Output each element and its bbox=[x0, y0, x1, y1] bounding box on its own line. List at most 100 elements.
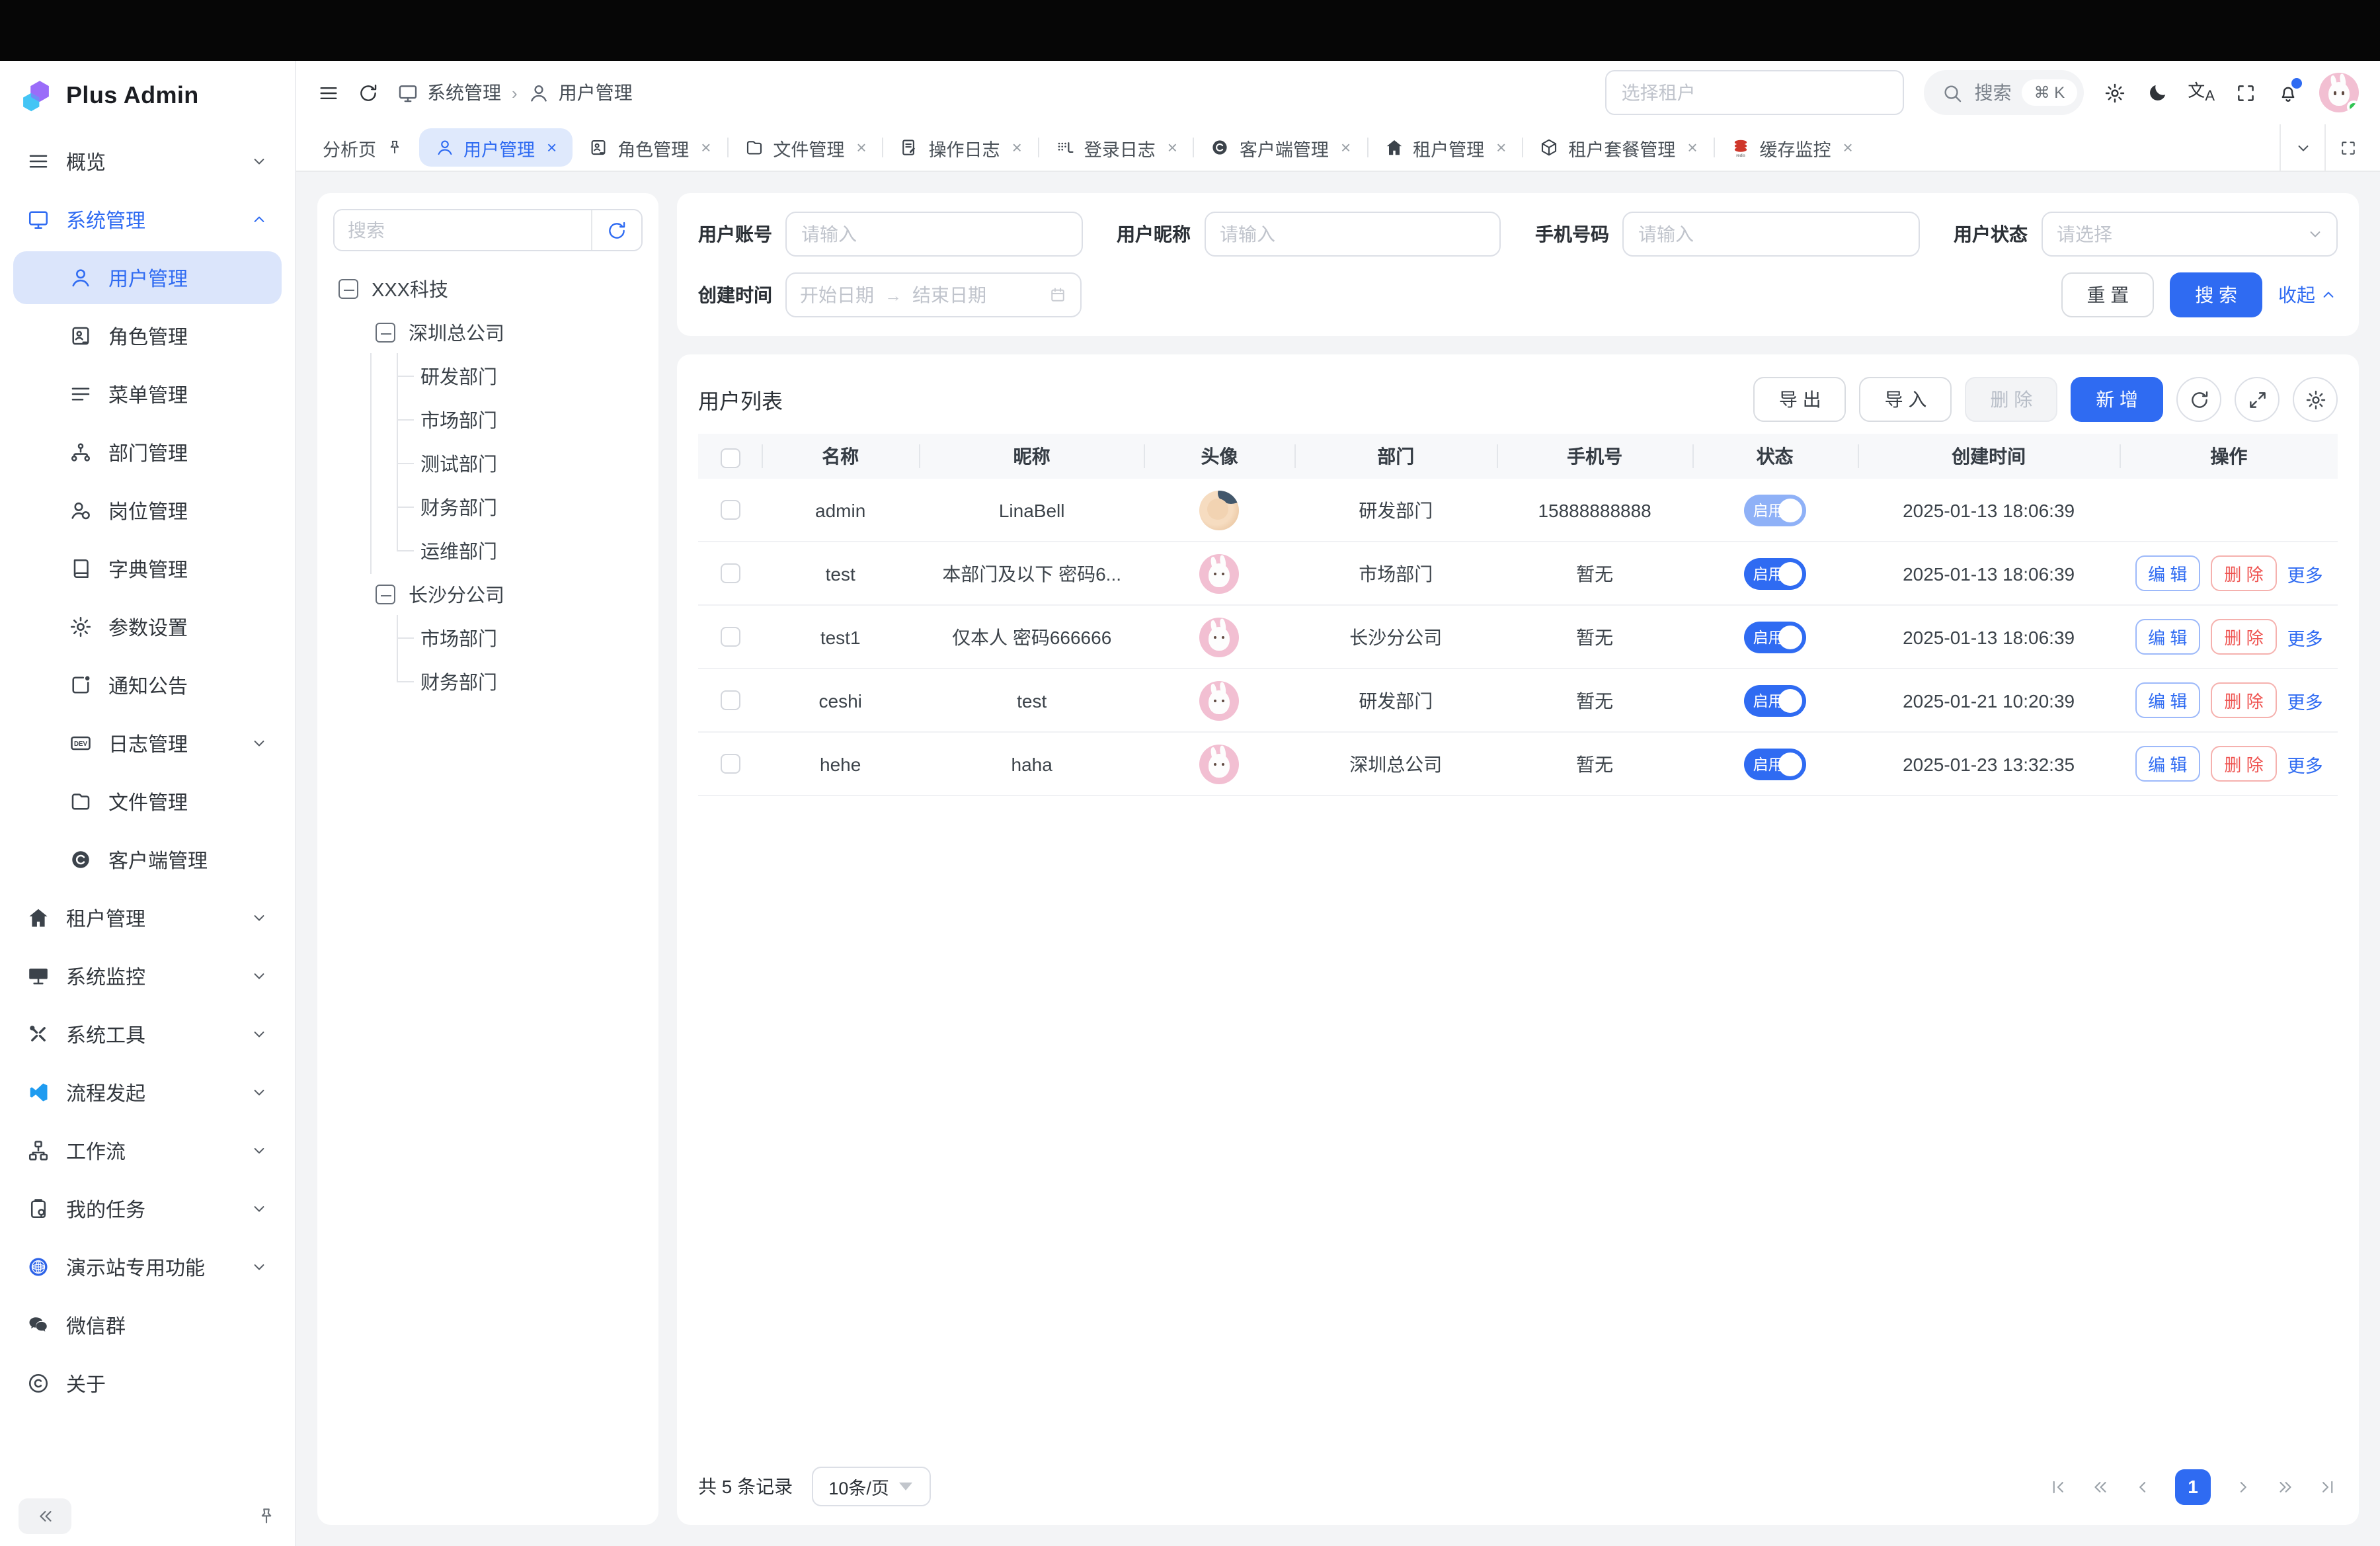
search-button[interactable]: 搜 索 bbox=[2170, 272, 2262, 317]
breadcrumb-item-users[interactable]: 用户管理 bbox=[528, 79, 633, 106]
refresh-page-button[interactable] bbox=[357, 81, 379, 104]
next-page-button[interactable] bbox=[2233, 1477, 2253, 1496]
sidebar-item-部门管理[interactable]: 部门管理 bbox=[13, 426, 282, 479]
prev-page-button[interactable] bbox=[2133, 1477, 2153, 1496]
edit-button[interactable]: 编 辑 bbox=[2135, 619, 2200, 655]
row-checkbox[interactable] bbox=[698, 500, 762, 520]
collapse-filter-link[interactable]: 收起 bbox=[2278, 282, 2338, 308]
tab-操作日志[interactable]: 操作日志× bbox=[884, 124, 1038, 171]
sidebar-item-概览[interactable]: 概览 bbox=[13, 135, 282, 188]
tab-租户管理[interactable]: 租户管理× bbox=[1368, 124, 1522, 171]
tree-node-市场部门[interactable]: 市场部门 bbox=[333, 616, 643, 660]
row-checkbox[interactable] bbox=[698, 690, 762, 710]
sidebar-item-系统工具[interactable]: 系统工具 bbox=[13, 1008, 282, 1061]
collapse-icon[interactable] bbox=[376, 323, 395, 343]
breadcrumb-item-system[interactable]: 系统管理 bbox=[397, 79, 501, 106]
sidebar-pin-button[interactable] bbox=[257, 1506, 276, 1526]
close-icon[interactable]: × bbox=[547, 138, 557, 157]
fullscreen-button[interactable] bbox=[2235, 81, 2257, 104]
table-row-admin[interactable]: adminLinaBell研发部门15888888888启用2025-01-13… bbox=[698, 479, 2338, 542]
close-icon[interactable]: × bbox=[1687, 138, 1697, 157]
more-link[interactable]: 更多 bbox=[2287, 687, 2323, 713]
menu-toggle-button[interactable] bbox=[317, 81, 340, 104]
collapse-icon[interactable] bbox=[338, 279, 358, 299]
select-all-checkbox[interactable] bbox=[698, 434, 762, 479]
tree-node-运维部门[interactable]: 运维部门 bbox=[333, 529, 643, 573]
sidebar-item-字典管理[interactable]: 字典管理 bbox=[13, 542, 282, 595]
pin-icon[interactable] bbox=[385, 139, 403, 156]
tab-角色管理[interactable]: 角色管理× bbox=[573, 124, 727, 171]
delete-row-button[interactable]: 删 除 bbox=[2211, 746, 2276, 782]
table-refresh-button[interactable] bbox=[2176, 377, 2221, 422]
sidebar-item-文件管理[interactable]: 文件管理 bbox=[13, 775, 282, 828]
table-fullscreen-button[interactable] bbox=[2235, 377, 2280, 422]
sidebar-item-工作流[interactable]: 工作流 bbox=[13, 1124, 282, 1177]
sidebar-item-租户管理[interactable]: 租户管理 bbox=[13, 891, 282, 944]
table-settings-button[interactable] bbox=[2293, 377, 2338, 422]
close-icon[interactable]: × bbox=[856, 138, 866, 157]
sidebar-item-岗位管理[interactable]: 岗位管理 bbox=[13, 484, 282, 537]
tree-node-财务部门[interactable]: 财务部门 bbox=[333, 485, 643, 529]
nickname-input[interactable] bbox=[1204, 212, 1501, 257]
tree-refresh-button[interactable] bbox=[592, 210, 641, 250]
tenant-select-input[interactable] bbox=[1606, 70, 1905, 115]
delete-row-button[interactable]: 删 除 bbox=[2211, 555, 2276, 591]
row-checkbox[interactable] bbox=[698, 563, 762, 583]
tab-用户管理[interactable]: 用户管理× bbox=[418, 128, 573, 167]
sidebar-item-我的任务[interactable]: 我的任务 bbox=[13, 1182, 282, 1235]
more-link[interactable]: 更多 bbox=[2287, 624, 2323, 650]
tab-客户端管理[interactable]: 客户端管理× bbox=[1195, 124, 1367, 171]
page-size-select[interactable]: 10条/页 bbox=[811, 1467, 930, 1506]
status-toggle[interactable]: 启用 bbox=[1744, 494, 1806, 526]
sidebar-item-系统监控[interactable]: 系统监控 bbox=[13, 950, 282, 1002]
close-icon[interactable]: × bbox=[1168, 138, 1177, 157]
status-toggle[interactable]: 启用 bbox=[1744, 557, 1806, 589]
user-avatar[interactable] bbox=[2319, 73, 2359, 112]
sidebar-item-客户端管理[interactable]: 客户端管理 bbox=[13, 833, 282, 886]
table-row-hehe[interactable]: hehehaha深圳总公司暂无启用2025-01-23 13:32:35编 辑删… bbox=[698, 733, 2338, 796]
prev-group-button[interactable] bbox=[2090, 1477, 2110, 1496]
table-row-ceshi[interactable]: ceshitest研发部门暂无启用2025-01-21 10:20:39编 辑删… bbox=[698, 669, 2338, 733]
sidebar-item-流程发起[interactable]: 流程发起 bbox=[13, 1066, 282, 1119]
tree-node-研发部门[interactable]: 研发部门 bbox=[333, 354, 643, 398]
import-button[interactable]: 导 入 bbox=[1860, 377, 1952, 422]
sidebar-collapse-button[interactable] bbox=[19, 1498, 71, 1533]
notifications-button[interactable] bbox=[2277, 81, 2299, 104]
row-checkbox[interactable] bbox=[698, 627, 762, 647]
app-logo[interactable]: Plus Admin bbox=[0, 61, 295, 130]
export-button[interactable]: 导 出 bbox=[1754, 377, 1846, 422]
tab-登录日志[interactable]: 登录日志× bbox=[1039, 124, 1193, 171]
sidebar-item-参数设置[interactable]: 参数设置 bbox=[13, 600, 282, 653]
sidebar-item-通知公告[interactable]: 通知公告 bbox=[13, 659, 282, 712]
edit-button[interactable]: 编 辑 bbox=[2135, 682, 2200, 718]
checkbox[interactable] bbox=[720, 500, 740, 520]
settings-button[interactable] bbox=[2103, 81, 2125, 104]
status-toggle[interactable]: 启用 bbox=[1744, 684, 1806, 716]
sidebar-item-用户管理[interactable]: 用户管理 bbox=[13, 251, 282, 304]
sidebar-item-系统管理[interactable]: 系统管理 bbox=[13, 193, 282, 246]
last-page-button[interactable] bbox=[2318, 1477, 2338, 1496]
sidebar-item-关于[interactable]: 关于 bbox=[13, 1357, 282, 1410]
tab-文件管理[interactable]: 文件管理× bbox=[728, 124, 882, 171]
next-group-button[interactable] bbox=[2276, 1477, 2295, 1496]
close-icon[interactable]: × bbox=[1843, 138, 1853, 157]
language-switch-button[interactable]: 文A bbox=[2188, 81, 2215, 104]
tab-租户套餐管理[interactable]: 租户套餐管理× bbox=[1523, 124, 1713, 171]
global-search-button[interactable]: 搜索 ⌘ K bbox=[1924, 70, 2084, 115]
reset-button[interactable]: 重 置 bbox=[2061, 272, 2154, 317]
tab-缓存监控[interactable]: redis缓存监控× bbox=[1715, 124, 1869, 171]
row-checkbox[interactable] bbox=[698, 754, 762, 774]
edit-button[interactable]: 编 辑 bbox=[2135, 746, 2200, 782]
sidebar-item-菜单管理[interactable]: 菜单管理 bbox=[13, 368, 282, 421]
delete-button[interactable]: 删 除 bbox=[1965, 377, 2057, 422]
dark-mode-toggle[interactable] bbox=[2145, 81, 2168, 104]
more-link[interactable]: 更多 bbox=[2287, 560, 2323, 587]
close-icon[interactable]: × bbox=[1341, 138, 1351, 157]
tree-node-深圳总公司[interactable]: 深圳总公司 bbox=[333, 311, 643, 354]
checkbox[interactable] bbox=[720, 627, 740, 647]
account-input[interactable] bbox=[785, 212, 1082, 257]
add-button[interactable]: 新 增 bbox=[2071, 377, 2163, 422]
tab-list-dropdown-button[interactable] bbox=[2280, 124, 2324, 171]
tree-search-input[interactable] bbox=[335, 210, 591, 250]
edit-button[interactable]: 编 辑 bbox=[2135, 555, 2200, 591]
